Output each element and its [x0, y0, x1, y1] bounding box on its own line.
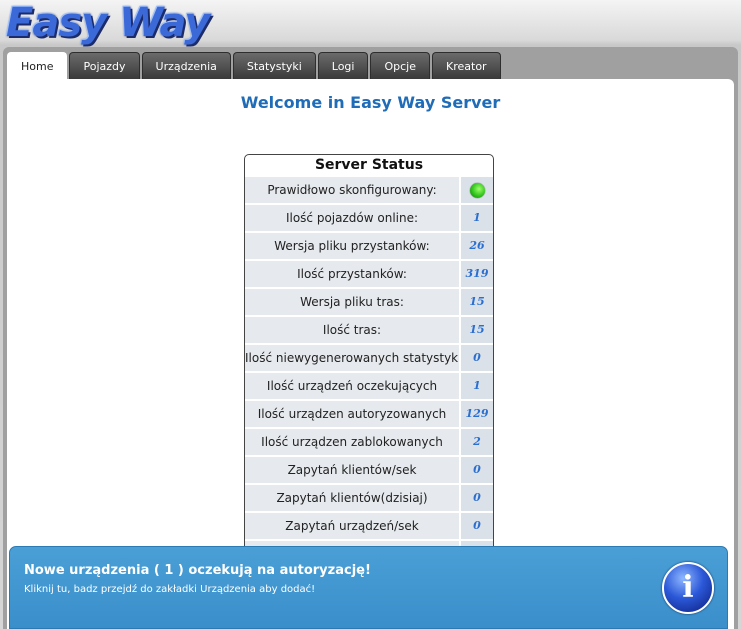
new-devices-notification[interactable]: Nowe urządzenia ( 1 ) oczekują na autory…: [9, 546, 728, 629]
tab-bar: Home Pojazdy Urządzenia Statystyki Logi …: [7, 52, 501, 80]
status-label: Ilość pojazdów online:: [245, 205, 461, 231]
server-status-title: Server Status: [314, 157, 424, 173]
status-label: Zapytań klientów(dzisiaj): [245, 485, 461, 511]
status-value: 1: [461, 373, 493, 399]
status-label: Zapytań urządzeń/sek: [245, 513, 461, 539]
status-value: 26: [461, 233, 493, 259]
status-row: Zapytań klientów/sek 0: [245, 455, 493, 483]
status-row: Zapytań urządzeń/sek 0: [245, 511, 493, 539]
status-row: Prawidłowo skonfigurowany:: [245, 175, 493, 203]
tab-statystyki[interactable]: Statystyki: [232, 52, 316, 79]
status-label: Ilość tras:: [245, 317, 461, 343]
status-ok-icon: [469, 183, 485, 198]
status-value: 15: [461, 317, 493, 343]
status-row: Ilość pojazdów online: 1: [245, 203, 493, 231]
page-title: Welcome in Easy Way Server: [240, 93, 501, 112]
status-row: Wersja pliku przystanków: 26: [245, 231, 493, 259]
page: Easy Way Home Pojazdy Urządzenia Statyst…: [0, 0, 741, 629]
status-row: Ilość niewygenerowanych statystyk: 0: [245, 343, 493, 371]
status-row: Wersja pliku tras: 15: [245, 287, 493, 315]
status-label: Ilość urządzeń oczekujących: [245, 373, 461, 399]
status-value: 0: [461, 485, 493, 511]
notification-text: Kliknij tu, badz przejdź do zakładki Urz…: [24, 584, 316, 595]
status-label: Ilość urządzen zablokowanych: [245, 429, 461, 455]
status-label: Ilość niewygenerowanych statystyk:: [245, 345, 461, 371]
status-value: 0: [461, 345, 493, 371]
status-value: [461, 177, 493, 203]
info-icon: i: [662, 562, 714, 614]
status-label: Zapytań klientów/sek: [245, 457, 461, 483]
status-label: Prawidłowo skonfigurowany:: [245, 177, 461, 203]
status-row: Ilość przystanków: 319: [245, 259, 493, 287]
tab-kreator[interactable]: Kreator: [432, 52, 501, 79]
tab-home[interactable]: Home: [7, 52, 68, 80]
status-label: Wersja pliku przystanków:: [245, 233, 461, 259]
status-label: Wersja pliku tras:: [245, 289, 461, 315]
status-value: 319: [461, 261, 493, 287]
status-label: Ilość urządzen autoryzowanych: [245, 401, 461, 427]
tab-pojazdy[interactable]: Pojazdy: [69, 52, 140, 79]
status-value: 1: [461, 205, 493, 231]
app-logo: Easy Way: [6, 0, 210, 46]
status-value: 15: [461, 289, 493, 315]
status-value: 0: [461, 513, 493, 539]
status-row: Ilość urządzen zablokowanych 2: [245, 427, 493, 455]
tab-opcje[interactable]: Opcje: [370, 52, 430, 79]
tab-logi[interactable]: Logi: [317, 52, 369, 79]
tab-urzadzenia[interactable]: Urządzenia: [141, 52, 231, 79]
status-value: 0: [461, 457, 493, 483]
status-label: Ilość przystanków:: [245, 261, 461, 287]
status-row: Ilość urządzeń oczekujących 1: [245, 371, 493, 399]
status-value: 2: [461, 429, 493, 455]
status-value: 129: [461, 401, 493, 427]
status-row: Zapytań klientów(dzisiaj) 0: [245, 483, 493, 511]
status-row: Ilość tras: 15: [245, 315, 493, 343]
notification-title: Nowe urządzenia ( 1 ) oczekują na autory…: [24, 563, 371, 578]
status-row: Ilość urządzen autoryzowanych 129: [245, 399, 493, 427]
